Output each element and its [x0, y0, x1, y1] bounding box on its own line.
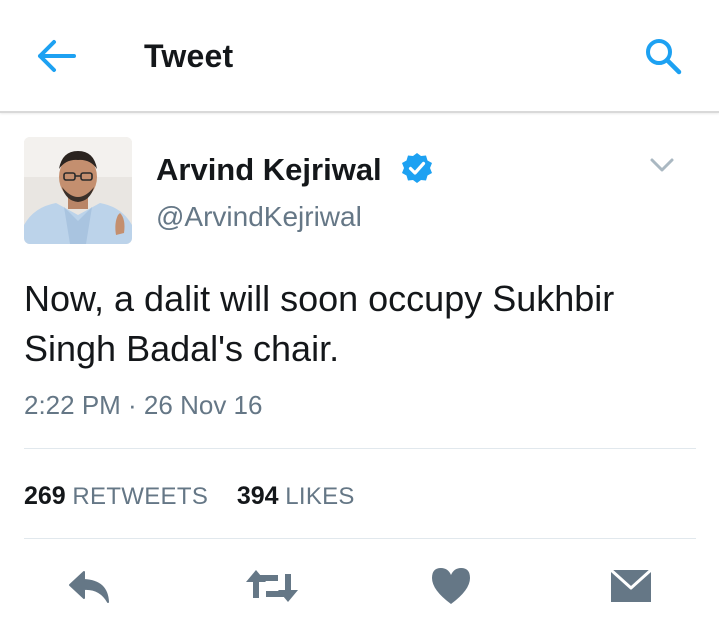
avatar-photo — [24, 137, 132, 244]
retweets-stat[interactable]: 269 RETWEETS — [24, 482, 208, 511]
avatar[interactable] — [24, 137, 132, 244]
like-button[interactable] — [428, 564, 480, 608]
direct-message-button[interactable] — [608, 564, 660, 608]
tweet-detail-screen: Tweet Arvind Kejriwal @ArvindKejriwal No… — [0, 0, 719, 631]
retweets-label: RETWEETS — [72, 483, 209, 510]
heart-icon — [432, 568, 470, 604]
tweet-text: Now, a dalit will soon occupy Sukhbir Si… — [24, 278, 615, 369]
retweet-button[interactable] — [244, 564, 298, 608]
chevron-down-icon — [650, 158, 674, 172]
search-icon — [646, 39, 682, 75]
retweet-icon — [246, 570, 298, 602]
search-button[interactable] — [640, 33, 686, 79]
more-options-button[interactable] — [648, 154, 676, 176]
engagement-stats: 269 RETWEETS 394 LIKES — [24, 482, 355, 511]
app-header: Tweet — [0, 0, 719, 113]
message-icon — [609, 568, 653, 602]
likes-count: 394 — [236, 482, 279, 510]
verified-badge-icon — [400, 151, 434, 185]
reply-icon — [69, 571, 109, 603]
arrow-left-icon — [38, 40, 76, 72]
back-button[interactable] — [34, 36, 78, 76]
author-handle[interactable]: @ArvindKejriwal — [156, 201, 362, 233]
tweet-timestamp: 2:22 PM · 26 Nov 16 — [24, 390, 263, 420]
divider — [24, 448, 696, 449]
author-name[interactable]: Arvind Kejriwal — [156, 152, 382, 188]
divider — [24, 538, 696, 539]
page-title: Tweet — [144, 38, 234, 74]
likes-stat[interactable]: 394 LIKES — [237, 482, 355, 511]
likes-label: LIKES — [285, 483, 355, 510]
retweets-count: 269 — [24, 482, 66, 510]
reply-button[interactable] — [64, 564, 116, 608]
